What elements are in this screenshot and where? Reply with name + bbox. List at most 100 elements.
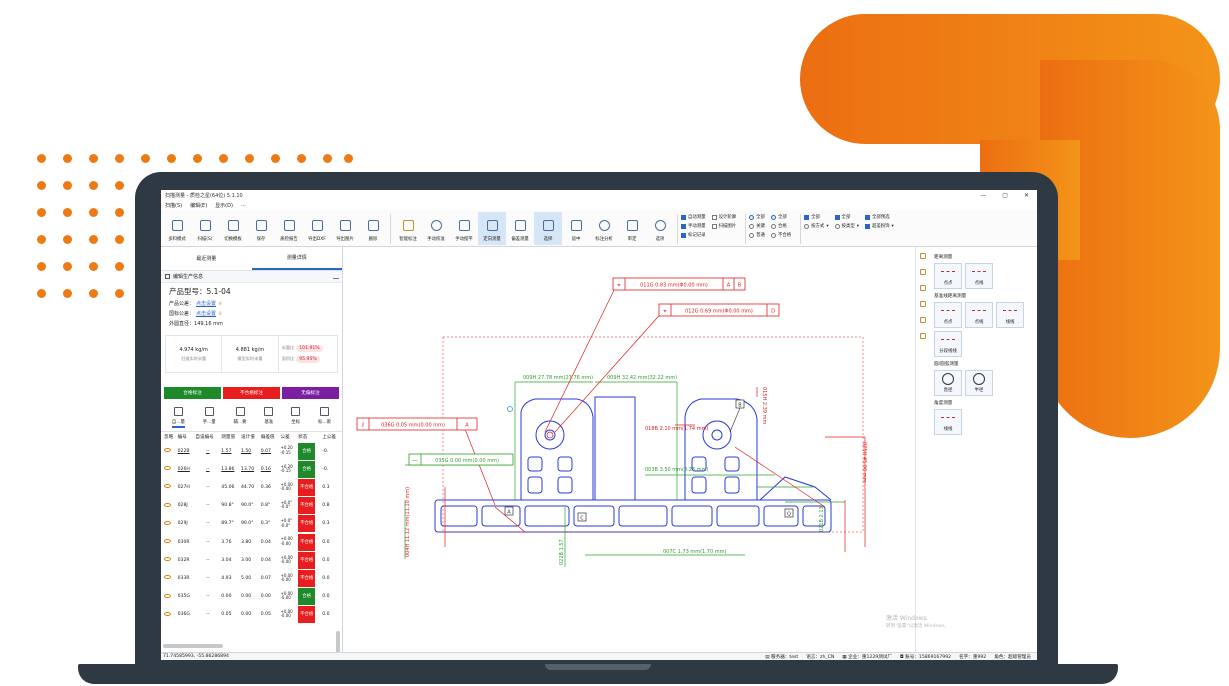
ignore-toggle[interactable] xyxy=(163,588,177,606)
tool-manual-measure[interactable]: 手...量 xyxy=(203,407,216,428)
directional-measure-button[interactable]: 定向测量 xyxy=(478,212,506,245)
table-row[interactable]: 026H -- 13.86 13.70 0.16 +0.20 -0.15 合格 -0. xyxy=(163,460,341,478)
feature-control-frame[interactable]: — 035G 0.00 mm(0.00 mm) xyxy=(408,453,514,466)
type-all-checkbox[interactable]: 全部 xyxy=(834,214,859,220)
datum-tag[interactable]: C xyxy=(577,512,587,522)
ignore-toggle[interactable] xyxy=(163,442,177,460)
export-dxf-button[interactable]: 导出DXF xyxy=(303,212,331,245)
menu-edit[interactable]: 编辑(E) xyxy=(190,202,207,209)
point-line-button[interactable]: 点线 xyxy=(965,263,993,289)
close-button[interactable]: ✕ xyxy=(1024,192,1029,199)
camera-icon[interactable] xyxy=(920,301,926,307)
layers-icon[interactable] xyxy=(920,253,926,259)
table-row[interactable]: 033R -- 4.93 5.00 0.07 +0.00 -0.00 不合格 0.0 xyxy=(163,569,341,587)
ignore-toggle[interactable] xyxy=(163,533,177,551)
export-image-button[interactable]: 导出图片 xyxy=(331,212,359,245)
ignore-toggle[interactable] xyxy=(163,606,177,624)
table-row[interactable]: 030R -- 3.76 3.80 0.04 +0.00 -0.00 不合格 0.0 xyxy=(163,533,341,551)
product-tolerance-link[interactable]: 点击设置 xyxy=(196,301,216,307)
filter-normal-radio[interactable]: 普通 xyxy=(749,232,765,238)
angle-line-line-button[interactable]: 线线 xyxy=(934,409,962,435)
horizontal-scrollbar[interactable] xyxy=(163,644,223,648)
status-fail-radio[interactable]: 不合格 xyxy=(770,232,791,238)
datum-tag[interactable]: A xyxy=(504,506,514,516)
table-row[interactable]: 028J -- 90.8° 90.0° 0.8° +0.0° -0.0° 不合格 0.8 xyxy=(163,497,341,515)
no-deviation-annotation-button[interactable]: 无偏标注 xyxy=(282,387,339,399)
status-pass-radio[interactable]: 合格 xyxy=(770,223,791,229)
smart-annotate-button[interactable]: 智能标注 xyxy=(394,212,422,245)
select-button[interactable]: 选择 xyxy=(534,212,562,245)
datum-point-line-button[interactable]: 点线 xyxy=(965,302,993,328)
point-point-button[interactable]: 点点 xyxy=(934,263,962,289)
datum-line-line-button[interactable]: 线线 xyxy=(996,302,1024,328)
ignore-toggle[interactable] xyxy=(163,460,177,478)
by-method-dropdown[interactable]: 按方式 ▾ xyxy=(804,223,829,229)
tool-coordinate[interactable]: 坐标 xyxy=(291,407,301,428)
diameter-button[interactable]: 直径 xyxy=(934,370,962,396)
feature-control-frame[interactable]: ⌖ 012G 0.69 mm(Φ0.00 mm) D xyxy=(658,303,780,317)
table-row[interactable]: 029J -- 89.7° 90.0° 0.3° +0.0° -0.0° 不合格 0.3 xyxy=(163,515,341,533)
manual-calibrate-button[interactable]: 手动校准 xyxy=(422,212,450,245)
manual-measure-checkbox[interactable]: 手动测量 xyxy=(681,223,706,229)
production-info-header[interactable]: 编辑生产信息 xyxy=(161,271,342,283)
filter-key-radio[interactable]: 关键 xyxy=(749,223,765,229)
ignore-toggle[interactable] xyxy=(163,515,177,533)
save-button[interactable]: 保存 xyxy=(247,212,275,245)
delete-button[interactable]: 删除 xyxy=(359,212,387,245)
by-type-dropdown[interactable]: 按类型 ▾ xyxy=(834,223,859,229)
frame-icon[interactable] xyxy=(920,317,926,323)
tool-datum[interactable]: 基准 xyxy=(264,407,274,428)
scan-image-checkbox[interactable]: 扫描图片 xyxy=(711,223,736,229)
tool-auto-measure[interactable]: 自...量 xyxy=(171,407,185,428)
ignore-toggle[interactable] xyxy=(163,551,177,569)
segment-line-line-button[interactable]: 分段线线 xyxy=(934,331,962,357)
tool-annotation[interactable]: 标...裹 xyxy=(318,407,331,428)
switch-template-button[interactable]: 切换模板 xyxy=(219,212,247,245)
drawing-canvas[interactable]: ⌖ 011G 0.83 mm(Φ0.00 mm) A B ⌖ 012G 0.69… xyxy=(345,247,915,652)
ignore-toggle[interactable] xyxy=(163,569,177,587)
report-button[interactable]: 质检报告 xyxy=(275,212,303,245)
crosshair-icon[interactable] xyxy=(920,269,926,275)
status-all-radio[interactable]: 全部 xyxy=(770,214,791,220)
mark-record-checkbox[interactable]: 标记记录 xyxy=(681,232,706,238)
feature-control-frame[interactable]: ⌖ 011G 0.83 mm(Φ0.00 mm) A B xyxy=(612,277,746,291)
over-tolerance-dropdown[interactable]: 超差粉饰 ▾ xyxy=(864,223,894,229)
radius-button[interactable]: 半径 xyxy=(965,370,993,396)
table-row[interactable]: 036G -- 0.05 0.00 0.05 +0.00 -0.00 不合格 0.0 xyxy=(163,606,341,624)
table-row[interactable]: 035G -- 0.00 0.00 0.00 +0.00 -0.00 合格 0.0 xyxy=(163,588,341,606)
maximize-button[interactable]: ▢ xyxy=(1002,192,1008,199)
center-button[interactable]: 居中 xyxy=(562,212,590,245)
ignore-toggle[interactable] xyxy=(163,497,177,515)
pass-annotation-button[interactable]: 合格标注 xyxy=(164,387,221,399)
menu-scan[interactable]: 扫描(S) xyxy=(165,202,182,209)
minimize-button[interactable]: — xyxy=(980,192,986,199)
multi-mode-button[interactable]: 多料模式 xyxy=(163,212,191,245)
tab-measure-detail[interactable]: 测量详情 xyxy=(251,247,342,270)
preselect-all-checkbox[interactable]: 全部预选 xyxy=(864,214,894,220)
menu-more[interactable]: ... xyxy=(241,202,246,208)
table-row[interactable]: 027H -- 45.06 44.70 0.36 +0.00 -0.00 不合格 0.3 xyxy=(163,478,341,496)
table-row[interactable]: 032R -- 3.04 3.00 0.04 +0.00 -0.00 不合格 0.0 xyxy=(163,551,341,569)
datum-point-point-button[interactable]: 点点 xyxy=(934,302,962,328)
annotation-analysis-button[interactable]: 标注分析 xyxy=(590,212,618,245)
fail-annotation-button[interactable]: 不合格标注 xyxy=(223,387,280,399)
filter-all-radio[interactable]: 全部 xyxy=(749,214,765,220)
auto-measure-checkbox[interactable]: 自动测量 xyxy=(681,214,706,220)
scan-button[interactable]: 扫描(S) xyxy=(191,212,219,245)
manual-level-button[interactable]: 手动摆平 xyxy=(450,212,478,245)
method-all-checkbox[interactable]: 全部 xyxy=(804,214,828,220)
datum-tag[interactable]: Q xyxy=(784,508,794,518)
tag-icon[interactable] xyxy=(920,333,926,339)
datum-tag[interactable]: B xyxy=(729,399,745,433)
options-button[interactable]: 选项 xyxy=(646,212,674,245)
table-row[interactable]: 022B -- 1.57 1.50 0.07 +0.20 -0.15 合格 -0. xyxy=(163,442,341,460)
tab-recent-measure[interactable]: 最近测量 xyxy=(161,247,252,270)
ignore-toggle[interactable] xyxy=(163,478,177,496)
deviation-measure-button[interactable]: 偏差测量 xyxy=(506,212,534,245)
feature-control-frame[interactable]: ⫽ 036G 0.05 mm(0.00 mm) A xyxy=(356,417,478,431)
menu-display[interactable]: 显示(D) xyxy=(215,202,233,209)
grid-icon[interactable] xyxy=(920,285,926,291)
national-tolerance-link[interactable]: 点击设置 xyxy=(196,311,216,317)
design-contour-checkbox[interactable]: 设计轮廓 xyxy=(711,214,736,220)
tool-auxiliary[interactable]: 辅...要 xyxy=(234,407,247,428)
